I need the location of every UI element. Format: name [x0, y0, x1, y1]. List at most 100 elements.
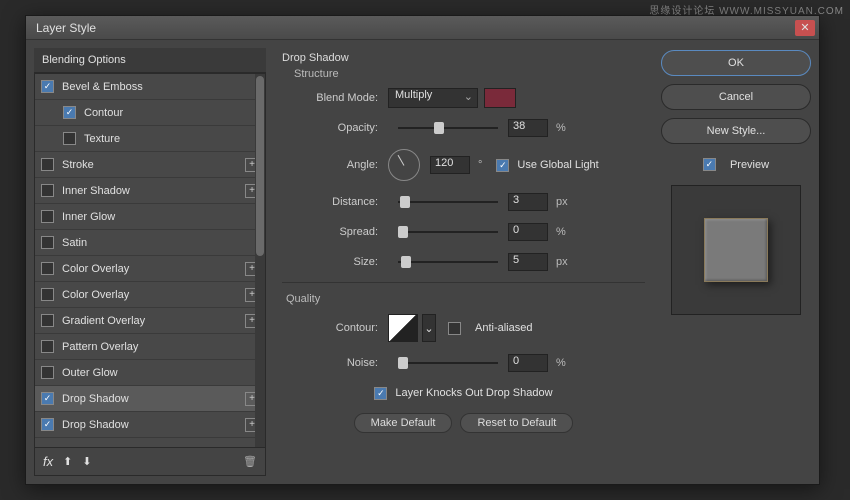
effects-panel: Blending Options Bevel & Emboss Contour Te… — [34, 48, 266, 476]
effect-label: Inner Shadow — [62, 185, 245, 197]
noise-label: Noise: — [282, 357, 378, 369]
effect-label: Stroke — [62, 159, 245, 171]
effect-row-satin[interactable]: Satin — [35, 230, 265, 256]
quality-label: Quality — [286, 293, 645, 305]
effect-label: Pattern Overlay — [62, 341, 259, 353]
ok-button[interactable]: OK — [661, 50, 811, 76]
contour-label: Contour: — [282, 322, 378, 334]
size-input[interactable]: 5 — [508, 253, 548, 271]
fx-icon[interactable]: fx — [43, 454, 53, 469]
noise-slider[interactable] — [398, 362, 498, 364]
distance-input[interactable]: 3 — [508, 193, 548, 211]
angle-label: Angle: — [282, 159, 378, 171]
actions-panel: OK Cancel New Style... Preview — [661, 48, 811, 476]
angle-unit: ° — [478, 159, 482, 171]
effect-row-outer-glow[interactable]: Outer Glow — [35, 360, 265, 386]
effect-label: Contour — [84, 107, 259, 119]
spread-input[interactable]: 0 — [508, 223, 548, 241]
preview-label: Preview — [730, 159, 769, 171]
effect-label: Color Overlay — [62, 289, 245, 301]
settings-panel: Drop Shadow Structure Blend Mode: Multip… — [274, 48, 653, 476]
distance-label: Distance: — [282, 196, 378, 208]
effect-row-bevel-emboss[interactable]: Bevel & Emboss — [35, 74, 265, 100]
new-style-button[interactable]: New Style... — [661, 118, 811, 144]
layer-style-dialog: Layer Style ✕ Blending Options Bevel & E… — [25, 15, 820, 485]
effect-checkbox[interactable] — [41, 314, 54, 327]
effect-label: Bevel & Emboss — [62, 81, 259, 93]
effect-checkbox[interactable] — [41, 236, 54, 249]
opacity-slider[interactable] — [398, 127, 498, 129]
effect-row-gradient-overlay[interactable]: Gradient Overlay+ — [35, 308, 265, 334]
anti-aliased-checkbox[interactable] — [448, 322, 461, 335]
effect-checkbox[interactable] — [41, 158, 54, 171]
close-button[interactable]: ✕ — [795, 20, 815, 36]
up-arrow-icon[interactable]: ⬆ — [63, 455, 72, 468]
effect-checkbox[interactable] — [41, 262, 54, 275]
global-light-label: Use Global Light — [517, 159, 598, 171]
effect-label: Gradient Overlay — [62, 315, 245, 327]
effect-label: Color Overlay — [62, 263, 245, 275]
noise-unit: % — [556, 357, 566, 369]
make-default-button[interactable]: Make Default — [354, 413, 453, 433]
angle-input[interactable]: 120 — [430, 156, 470, 174]
opacity-input[interactable]: 38 — [508, 119, 548, 137]
effect-row-color-overlay[interactable]: Color Overlay+ — [35, 282, 265, 308]
effect-label: Drop Shadow — [62, 393, 245, 405]
effect-row-color-overlay[interactable]: Color Overlay+ — [35, 256, 265, 282]
effect-row-contour[interactable]: Contour — [35, 100, 265, 126]
contour-dropdown[interactable]: ⌄ — [422, 314, 436, 342]
spread-unit: % — [556, 226, 566, 238]
size-slider[interactable] — [398, 261, 498, 263]
effect-checkbox[interactable] — [41, 366, 54, 379]
global-light-checkbox[interactable] — [496, 159, 509, 172]
effect-row-inner-shadow[interactable]: Inner Shadow+ — [35, 178, 265, 204]
noise-input[interactable]: 0 — [508, 354, 548, 372]
reset-default-button[interactable]: Reset to Default — [460, 413, 573, 433]
effect-checkbox[interactable] — [41, 184, 54, 197]
effect-row-inner-glow[interactable]: Inner Glow — [35, 204, 265, 230]
effect-row-pattern-overlay[interactable]: Pattern Overlay — [35, 334, 265, 360]
anti-aliased-label: Anti-aliased — [475, 322, 532, 334]
effect-row-drop-shadow[interactable]: Drop Shadow+ — [35, 386, 265, 412]
effect-checkbox[interactable] — [41, 418, 54, 431]
effect-checkbox[interactable] — [63, 106, 76, 119]
angle-dial[interactable] — [388, 149, 420, 181]
spread-slider[interactable] — [398, 231, 498, 233]
window-title: Layer Style — [30, 21, 795, 35]
effect-label: Texture — [84, 133, 259, 145]
effect-label: Satin — [62, 237, 259, 249]
knockout-checkbox[interactable] — [374, 387, 387, 400]
cancel-button[interactable]: Cancel — [661, 84, 811, 110]
trash-icon[interactable]: 🗑 — [243, 455, 257, 468]
effect-checkbox[interactable] — [41, 340, 54, 353]
distance-unit: px — [556, 196, 568, 208]
titlebar[interactable]: Layer Style ✕ — [26, 16, 819, 40]
distance-slider[interactable] — [398, 201, 498, 203]
size-unit: px — [556, 256, 568, 268]
panel-title: Drop Shadow — [282, 52, 645, 64]
blend-mode-select[interactable]: Multiply — [388, 88, 478, 108]
down-arrow-icon[interactable]: ⬇ — [82, 455, 91, 468]
spread-label: Spread: — [282, 226, 378, 238]
blending-options-header[interactable]: Blending Options — [34, 48, 266, 73]
effect-row-stroke[interactable]: Stroke+ — [35, 152, 265, 178]
effects-list: Bevel & EmbossContourTextureStroke+Inner… — [34, 73, 266, 448]
effect-checkbox[interactable] — [41, 210, 54, 223]
effect-checkbox[interactable] — [41, 288, 54, 301]
effect-checkbox[interactable] — [41, 80, 54, 93]
scroll-thumb[interactable] — [256, 76, 264, 256]
shadow-color-swatch[interactable] — [484, 88, 516, 108]
size-label: Size: — [282, 256, 378, 268]
effect-label: Outer Glow — [62, 367, 259, 379]
preview-box — [671, 185, 801, 315]
effect-row-texture[interactable]: Texture — [35, 126, 265, 152]
effect-row-drop-shadow[interactable]: Drop Shadow+ — [35, 412, 265, 438]
effect-label: Inner Glow — [62, 211, 259, 223]
scrollbar[interactable] — [255, 74, 265, 447]
opacity-unit: % — [556, 122, 566, 134]
effect-checkbox[interactable] — [63, 132, 76, 145]
preview-checkbox[interactable] — [703, 158, 716, 171]
contour-picker[interactable] — [388, 314, 418, 342]
opacity-label: Opacity: — [282, 122, 378, 134]
effect-checkbox[interactable] — [41, 392, 54, 405]
